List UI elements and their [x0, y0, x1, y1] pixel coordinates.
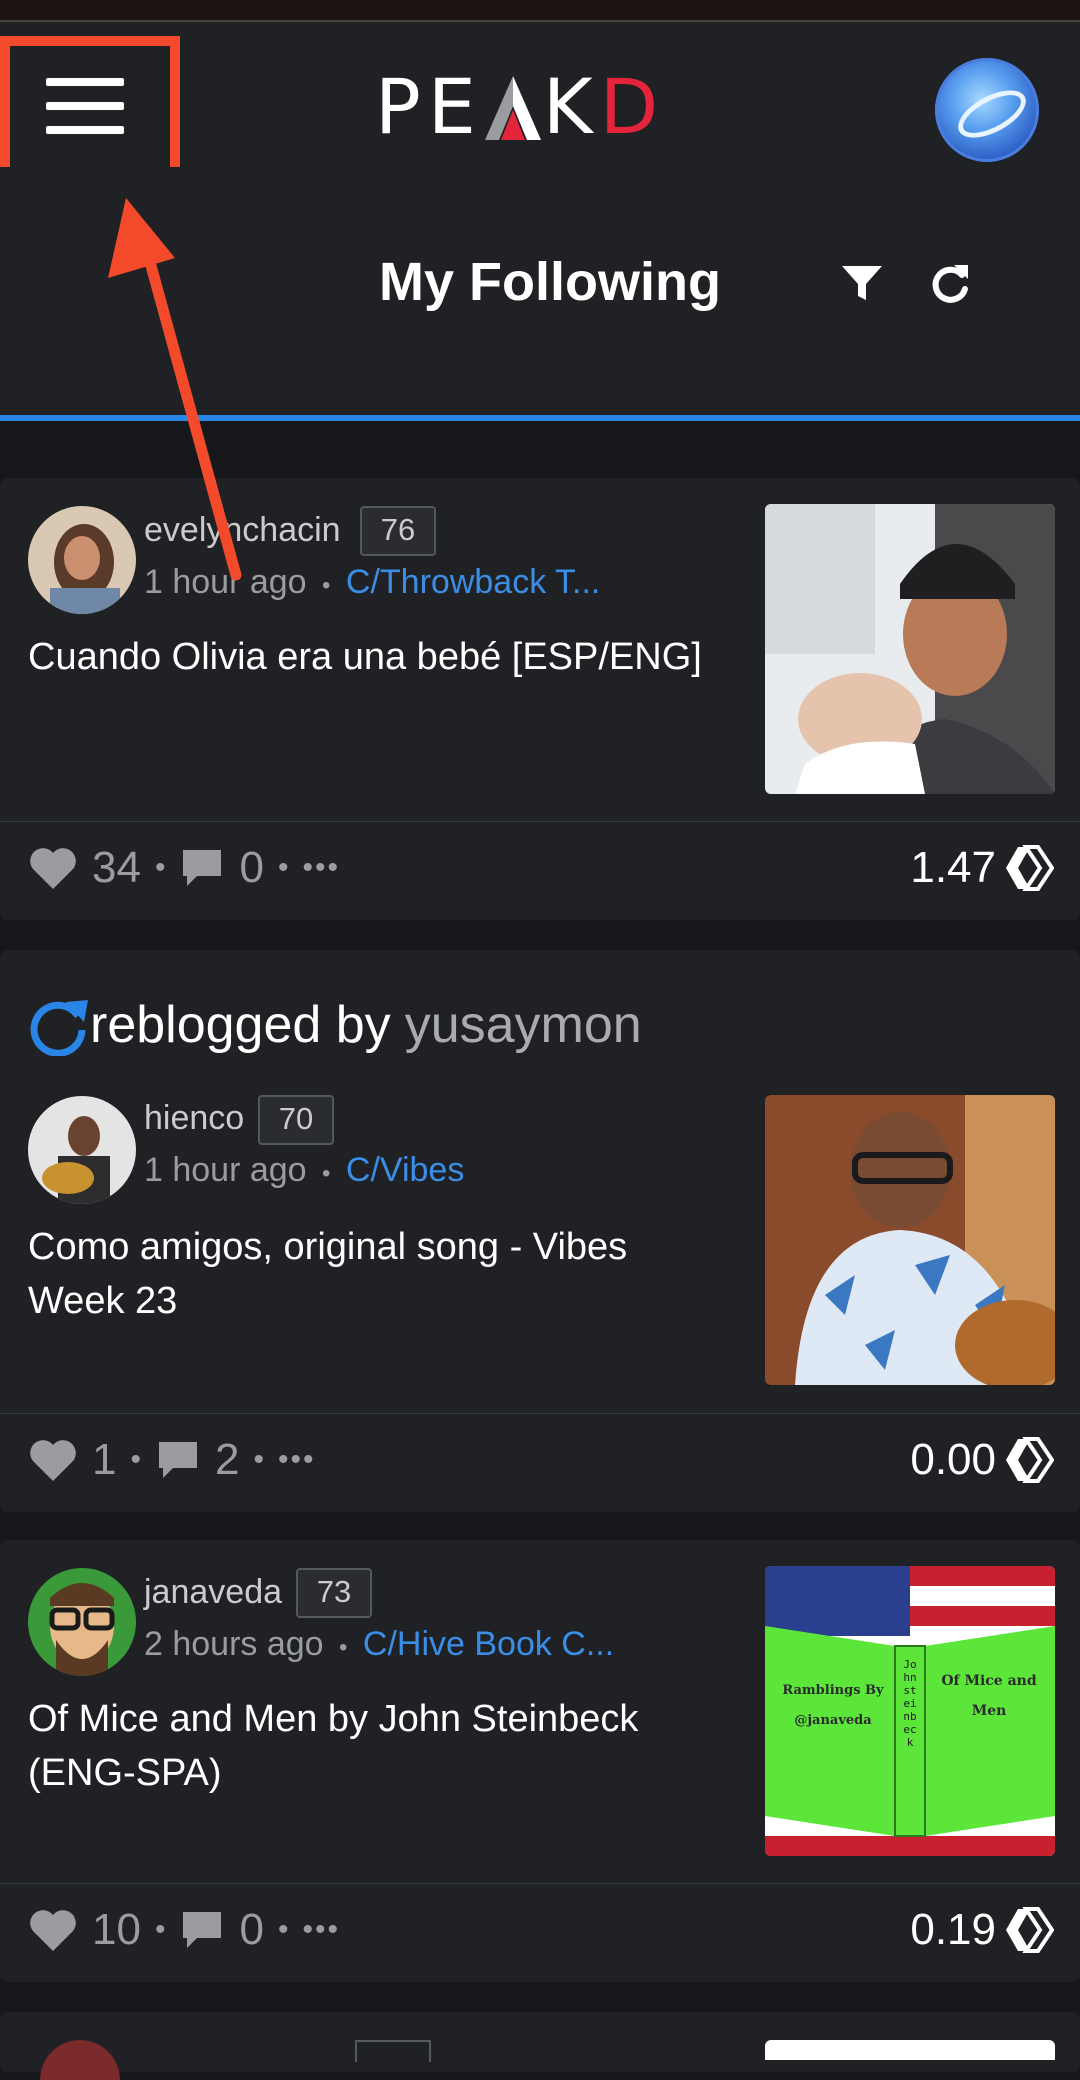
community-link[interactable]: C/Vibes — [346, 1151, 464, 1189]
community-link[interactable]: C/Throwback T... — [346, 563, 600, 601]
post-thumbnail[interactable] — [765, 1095, 1055, 1385]
logo-letter-k: K — [542, 62, 600, 151]
reblog-user[interactable]: yusaymon — [405, 995, 642, 1055]
card-divider — [0, 1413, 1080, 1414]
comment-icon[interactable] — [179, 846, 225, 890]
post-time: 2 hours ago — [144, 1625, 324, 1663]
post-stats: 1 • 2 • ••• — [28, 1430, 316, 1490]
stat-separator: • — [253, 1443, 264, 1476]
logo-letter-a — [483, 72, 543, 142]
post-title[interactable]: Como amigos, original song - Vibes Week … — [28, 1220, 728, 1328]
hive-icon — [1006, 1437, 1054, 1483]
payout[interactable]: 0.19 — [910, 1900, 1054, 1960]
post-card[interactable]: janaveda 73 2 hours ago • C/Hive Book C.… — [0, 1540, 1080, 1982]
post-title[interactable]: Of Mice and Men by John Steinbeck (ENG-S… — [28, 1692, 728, 1800]
user-avatar[interactable] — [935, 58, 1039, 162]
post-meta: 2 hours ago • C/Hive Book C... — [144, 1622, 614, 1670]
logo-letter-e: E — [427, 62, 483, 151]
author-name[interactable]: janaveda — [144, 1570, 282, 1614]
refresh-button[interactable] — [928, 261, 972, 307]
payout-value: 0.19 — [910, 1905, 996, 1954]
comment-icon[interactable] — [155, 1438, 201, 1482]
partial-avatar — [40, 2040, 120, 2080]
card-divider — [0, 1883, 1080, 1884]
stat-separator: • — [154, 851, 166, 884]
payout[interactable]: 1.47 — [910, 838, 1054, 898]
active-tab-indicator — [0, 415, 1080, 421]
heart-icon[interactable] — [28, 845, 78, 891]
post-thumbnail[interactable] — [765, 504, 1055, 794]
meta-separator: • — [322, 572, 331, 599]
logo-letter-p: P — [375, 62, 428, 151]
stat-separator: • — [130, 1443, 141, 1476]
post-time: 1 hour ago — [144, 563, 307, 601]
status-bar — [0, 0, 1080, 22]
author-avatar[interactable] — [28, 1568, 136, 1676]
meta-separator: • — [322, 1160, 331, 1187]
payout-value: 1.47 — [910, 843, 996, 892]
heart-icon[interactable] — [28, 1907, 78, 1953]
community-link[interactable]: C/Hive Book C... — [363, 1625, 614, 1663]
more-icon[interactable]: ••• — [302, 1913, 340, 1947]
post-thumbnail[interactable]: Ramblings By @janaveda Of Mice and Men J… — [765, 1566, 1055, 1856]
vote-count[interactable]: 10 — [92, 1905, 141, 1955]
post-stats: 10 • 0 • ••• — [28, 1900, 340, 1960]
reblog-label: reblogged by — [90, 996, 391, 1054]
vote-count[interactable]: 34 — [92, 843, 141, 893]
payout[interactable]: 0.00 — [910, 1430, 1054, 1490]
comment-count[interactable]: 2 — [215, 1435, 239, 1485]
more-icon[interactable]: ••• — [302, 851, 340, 885]
author-avatar[interactable] — [28, 1096, 136, 1204]
comment-count[interactable]: 0 — [239, 1905, 263, 1955]
stat-separator: • — [277, 1913, 289, 1946]
menu-button[interactable] — [0, 36, 180, 179]
payout-value: 0.00 — [910, 1435, 996, 1484]
hive-icon — [1006, 845, 1054, 891]
partial-thumbnail — [765, 2040, 1055, 2060]
page-title: My Following — [379, 252, 721, 312]
stat-separator: • — [154, 1913, 166, 1946]
stat-separator: • — [277, 851, 289, 884]
comment-count[interactable]: 0 — [239, 843, 263, 893]
author-name[interactable]: hienco — [144, 1096, 244, 1140]
thumb-spine-text: John steinbeck — [903, 1658, 917, 1749]
refresh-icon — [932, 265, 968, 303]
reputation-badge: 76 — [360, 506, 436, 556]
reblog-icon — [30, 1000, 88, 1056]
filter-icon — [842, 266, 882, 300]
reblog-banner: reblogged by yusaymon — [28, 990, 642, 1060]
reputation-badge: 70 — [258, 1095, 334, 1145]
post-card[interactable]: evelynchacin 76 1 hour ago • C/Throwback… — [0, 478, 1080, 920]
feed-title-bar: My Following — [0, 167, 1080, 417]
partial-badge — [355, 2040, 431, 2062]
meta-separator: • — [339, 1634, 348, 1661]
more-icon[interactable]: ••• — [278, 1443, 316, 1477]
card-divider — [0, 821, 1080, 822]
thumb-right-text: Of Mice and Men — [941, 1673, 1037, 1719]
app-header: P E K D — [0, 22, 1080, 179]
thumb-left-text: Ramblings By @janaveda — [782, 1683, 884, 1728]
peakd-logo[interactable]: P E K D — [375, 62, 695, 151]
vote-count[interactable]: 1 — [92, 1435, 116, 1485]
author-avatar[interactable] — [28, 506, 136, 614]
comment-icon[interactable] — [179, 1908, 225, 1952]
heart-icon[interactable] — [28, 1437, 78, 1483]
post-stats: 34 • 0 • ••• — [28, 838, 340, 898]
post-title[interactable]: Cuando Olivia era una bebé [ESP/ENG] — [28, 630, 748, 684]
post-time: 1 hour ago — [144, 1151, 307, 1189]
author-name[interactable]: evelynchacin — [144, 508, 341, 552]
filter-button[interactable] — [840, 262, 884, 306]
post-card-partial[interactable] — [0, 2012, 1080, 2080]
post-card[interactable]: reblogged by yusaymon hienco 70 1 hour a… — [0, 950, 1080, 1512]
reputation-badge: 73 — [296, 1568, 372, 1618]
hive-icon — [1006, 1907, 1054, 1953]
post-meta: 1 hour ago • C/Vibes — [144, 1148, 464, 1196]
logo-letter-d: D — [599, 62, 666, 151]
post-meta: 1 hour ago • C/Throwback T... — [144, 560, 600, 608]
